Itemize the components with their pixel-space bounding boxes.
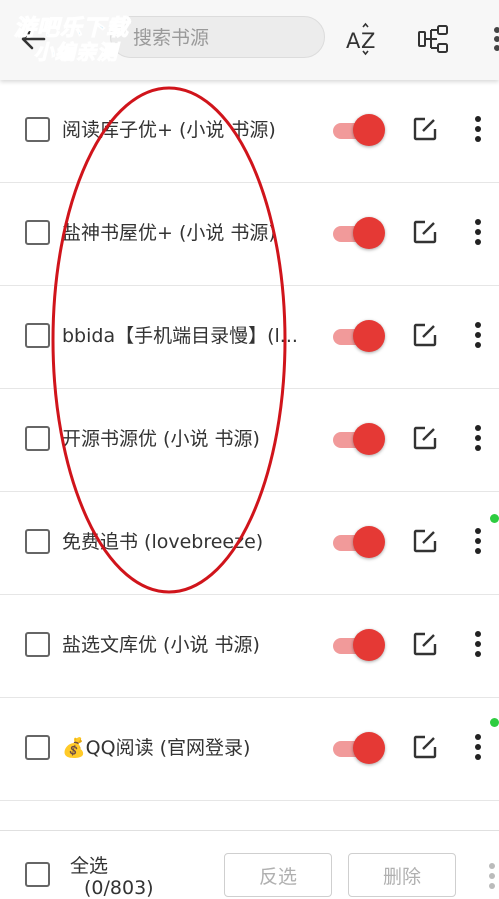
list-item[interactable]: 开源书源优 (小说 书源) [0, 389, 499, 492]
item-checkbox[interactable] [25, 735, 50, 760]
svg-text:A: A [346, 29, 361, 53]
selection-count: (0/803) [84, 877, 154, 899]
more-vertical-icon[interactable] [471, 732, 485, 762]
enable-toggle[interactable] [333, 732, 385, 764]
source-name: 免费追书 (lovebreeze) [62, 531, 264, 553]
invert-selection-button[interactable]: 反选 [224, 853, 332, 897]
enable-toggle[interactable] [333, 320, 385, 352]
sort-az-icon[interactable]: A Z [344, 22, 380, 56]
item-checkbox[interactable] [25, 220, 50, 245]
list-item[interactable]: 阅读库子优+ (小说 书源) [0, 80, 499, 183]
source-name: 阅读库子优+ (小说 书源) [62, 119, 276, 141]
enable-toggle[interactable] [333, 629, 385, 661]
item-checkbox[interactable] [25, 323, 50, 348]
list-item[interactable]: bbida【手机端目录慢】(l... [0, 286, 499, 389]
new-update-dot [490, 514, 499, 523]
more-vertical-icon[interactable] [471, 423, 485, 453]
watermark-logo: 游吧乐下载 小编亲测 [10, 10, 150, 65]
edit-icon[interactable] [412, 322, 438, 348]
select-all-checkbox[interactable] [25, 862, 50, 887]
list-item[interactable]: 免费追书 (lovebreeze) [0, 492, 499, 595]
edit-icon[interactable] [412, 734, 438, 760]
edit-icon[interactable] [412, 631, 438, 657]
source-name: bbida【手机端目录慢】(l... [62, 325, 298, 347]
edit-icon[interactable] [412, 116, 438, 142]
source-name: 盐神书屋优+ (小说 书源) [62, 222, 276, 244]
edit-icon[interactable] [412, 528, 438, 554]
more-vertical-icon[interactable] [471, 526, 485, 556]
more-vertical-icon[interactable] [471, 114, 485, 144]
item-checkbox[interactable] [25, 426, 50, 451]
edit-icon[interactable] [412, 219, 438, 245]
bottom-action-bar: 全选 (0/803) 反选 删除 [0, 830, 499, 899]
list-item[interactable]: 盐选文库优 (小说 书源) [0, 595, 499, 698]
source-name: 开源书源优 (小说 书源) [62, 428, 260, 450]
more-vertical-icon[interactable] [486, 861, 498, 891]
select-all-label[interactable]: 全选 [70, 851, 108, 878]
top-app-bar: 游吧乐下载 小编亲测 A Z [0, 0, 499, 80]
more-vertical-icon[interactable] [471, 217, 485, 247]
new-update-dot [490, 718, 499, 727]
more-vertical-icon[interactable] [487, 24, 499, 54]
svg-text:Z: Z [361, 29, 375, 53]
edit-icon[interactable] [412, 425, 438, 451]
enable-toggle[interactable] [333, 217, 385, 249]
item-checkbox[interactable] [25, 529, 50, 554]
item-checkbox[interactable] [25, 117, 50, 142]
group-icon[interactable] [417, 24, 451, 54]
search-input[interactable] [131, 17, 315, 59]
list-item[interactable]: 盐神书屋优+ (小说 书源) [0, 183, 499, 286]
enable-toggle[interactable] [333, 423, 385, 455]
enable-toggle[interactable] [333, 114, 385, 146]
enable-toggle[interactable] [333, 526, 385, 558]
list-item[interactable]: 💰QQ阅读 (官网登录) [0, 698, 499, 801]
watermark-line-2: 小编亲测 [34, 40, 118, 65]
source-name: 💰QQ阅读 (官网登录) [62, 737, 251, 759]
item-checkbox[interactable] [25, 632, 50, 657]
more-vertical-icon[interactable] [471, 320, 485, 350]
source-name: 盐选文库优 (小说 书源) [62, 634, 260, 656]
delete-button[interactable]: 删除 [348, 853, 456, 897]
more-vertical-icon[interactable] [471, 629, 485, 659]
